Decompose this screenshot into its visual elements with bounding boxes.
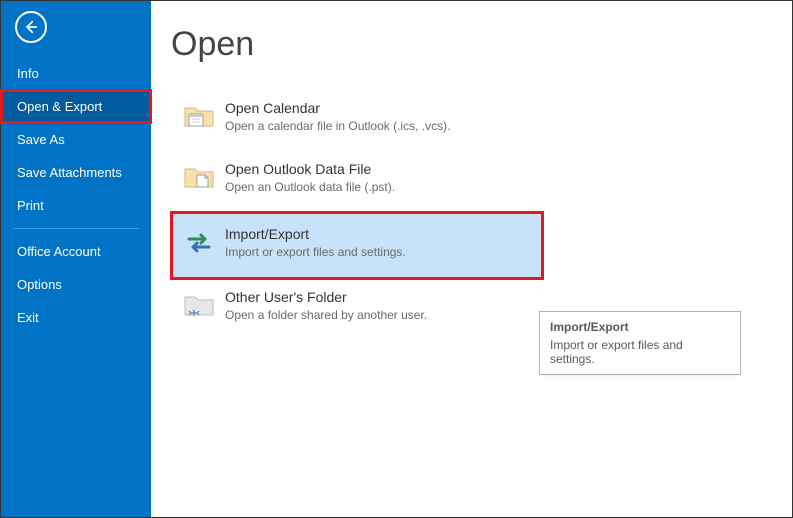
tooltip-import-export: Import/Export Import or export files and… bbox=[539, 311, 741, 375]
page-title: Open bbox=[171, 25, 792, 64]
sidebar-item-info[interactable]: Info bbox=[1, 57, 151, 90]
sidebar-item-print[interactable]: Print bbox=[1, 189, 151, 222]
import-export-icon bbox=[179, 226, 219, 258]
sidebar-item-options[interactable]: Options bbox=[1, 268, 151, 301]
option-title: Import/Export bbox=[225, 226, 406, 242]
sidebar-item-exit[interactable]: Exit bbox=[1, 301, 151, 334]
option-other-users-folder[interactable]: Other User's Folder Open a folder shared… bbox=[171, 279, 543, 340]
calendar-folder-icon bbox=[179, 100, 219, 132]
option-desc: Open a calendar file in Outlook (.ics, .… bbox=[225, 119, 450, 133]
option-open-calendar[interactable]: Open Calendar Open a calendar file in Ou… bbox=[171, 90, 543, 151]
sidebar-separator bbox=[13, 228, 139, 229]
sidebar-item-label: Save Attachments bbox=[17, 165, 122, 180]
sidebar-item-office-account[interactable]: Office Account bbox=[1, 235, 151, 268]
option-title: Other User's Folder bbox=[225, 289, 427, 305]
back-button[interactable] bbox=[15, 11, 47, 43]
sidebar-item-label: Print bbox=[17, 198, 44, 213]
sidebar-item-label: Exit bbox=[17, 310, 39, 325]
back-arrow-icon bbox=[23, 19, 39, 35]
sidebar-item-label: Save As bbox=[17, 132, 65, 147]
option-desc: Open an Outlook data file (.pst). bbox=[225, 180, 395, 194]
sidebar-item-label: Options bbox=[17, 277, 62, 292]
option-import-export[interactable]: Import/Export Import or export files and… bbox=[171, 212, 543, 279]
option-title: Open Outlook Data File bbox=[225, 161, 395, 177]
backstage-sidebar: Info Open & Export Save As Save Attachme… bbox=[1, 1, 151, 517]
sidebar-item-open-export[interactable]: Open & Export bbox=[1, 90, 151, 123]
option-title: Open Calendar bbox=[225, 100, 450, 116]
sidebar-item-save-attachments[interactable]: Save Attachments bbox=[1, 156, 151, 189]
shared-folder-icon bbox=[179, 289, 219, 321]
option-desc: Import or export files and settings. bbox=[225, 245, 406, 259]
sidebar-item-save-as[interactable]: Save As bbox=[1, 123, 151, 156]
data-file-folder-icon bbox=[179, 161, 219, 193]
option-open-data-file[interactable]: Open Outlook Data File Open an Outlook d… bbox=[171, 151, 543, 212]
tooltip-title: Import/Export bbox=[550, 320, 730, 334]
sidebar-item-label: Open & Export bbox=[17, 99, 102, 114]
sidebar-item-label: Office Account bbox=[17, 244, 101, 259]
option-desc: Open a folder shared by another user. bbox=[225, 308, 427, 322]
sidebar-item-label: Info bbox=[17, 66, 39, 81]
tooltip-desc: Import or export files and settings. bbox=[550, 338, 730, 366]
main-panel: Open Open Calendar Open a calendar file … bbox=[151, 1, 792, 517]
